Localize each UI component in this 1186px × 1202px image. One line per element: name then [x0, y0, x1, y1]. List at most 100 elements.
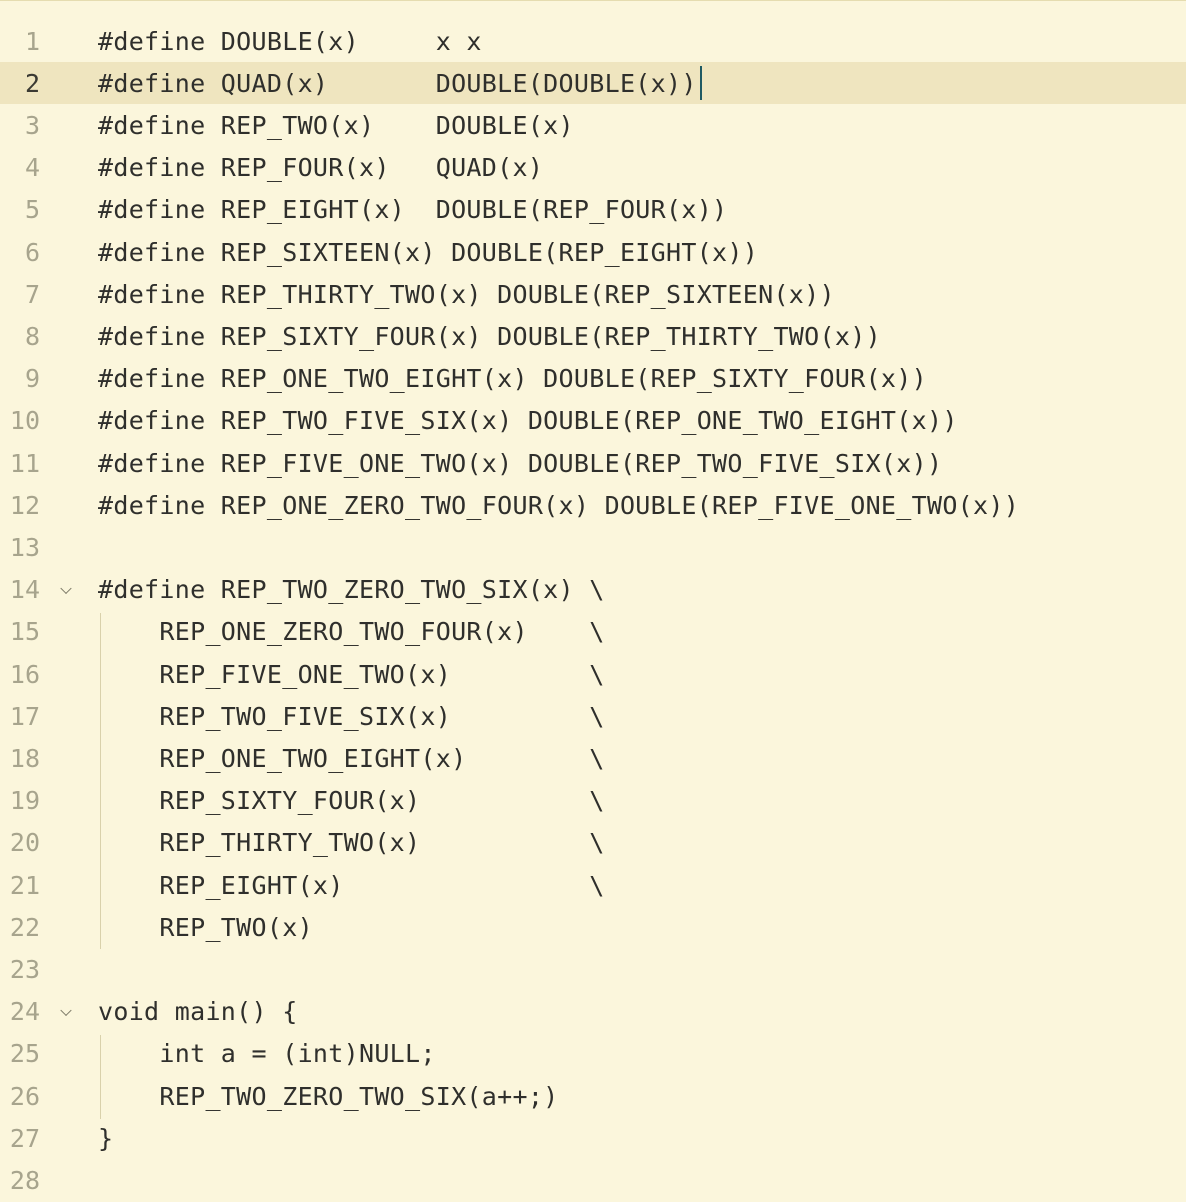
code-line[interactable]: 20 REP_THIRTY_TWO(x) \ [0, 822, 1186, 864]
code-line[interactable]: 18 REP_ONE_TWO_EIGHT(x) \ [0, 737, 1186, 779]
code-text[interactable]: #define REP_ONE_ZERO_TWO_FOUR(x) DOUBLE(… [98, 491, 1019, 520]
code-line[interactable]: 16 REP_FIVE_ONE_TWO(x) \ [0, 653, 1186, 695]
code-text[interactable]: #define REP_EIGHT(x) DOUBLE(REP_FOUR(x)) [98, 195, 727, 224]
code-line[interactable]: 13 [0, 526, 1186, 568]
fold-gutter[interactable] [40, 991, 98, 1033]
code-text[interactable]: #define REP_TWO(x) DOUBLE(x) [98, 111, 574, 140]
line-number: 20 [9, 828, 40, 858]
code-line[interactable]: 19 REP_SIXTY_FOUR(x) \ [0, 780, 1186, 822]
line-number: 24 [9, 997, 40, 1027]
line-number: 25 [9, 1039, 40, 1069]
fold-gutter [40, 147, 98, 189]
code-line[interactable]: 2 #define QUAD(x) DOUBLE(DOUBLE(x)) [0, 62, 1186, 105]
code-text[interactable]: } [98, 1124, 113, 1153]
line-number: 16 [9, 659, 40, 689]
fold-gutter [40, 948, 98, 990]
line-number: 5 [24, 195, 40, 225]
code-text[interactable]: #define REP_TWO_ZERO_TWO_SIX(x) \ [98, 575, 605, 604]
code-text[interactable]: #define REP_FOUR(x) QUAD(x) [98, 153, 543, 182]
code-text[interactable]: #define DOUBLE(x) x x [98, 27, 482, 56]
code-text[interactable]: REP_ONE_TWO_EIGHT(x) \ [98, 744, 605, 773]
code-text[interactable]: void main() { [98, 997, 298, 1026]
code-text[interactable]: REP_SIXTY_FOUR(x) \ [98, 786, 605, 815]
code-text[interactable]: #define REP_TWO_FIVE_SIX(x) DOUBLE(REP_O… [98, 406, 958, 435]
line-number: 2 [24, 68, 40, 98]
fold-gutter [40, 400, 98, 442]
code-line[interactable]: 24 void main() { [0, 991, 1186, 1033]
line-number: 9 [24, 364, 40, 394]
code-line[interactable]: 5 #define REP_EIGHT(x) DOUBLE(REP_FOUR(x)… [0, 189, 1186, 231]
code-text[interactable]: #define REP_SIXTY_FOUR(x) DOUBLE(REP_THI… [98, 322, 881, 351]
code-text[interactable]: REP_TWO_FIVE_SIX(x) \ [98, 702, 605, 731]
code-line[interactable]: 4 #define REP_FOUR(x) QUAD(x) [0, 147, 1186, 189]
code-line[interactable]: 27} [0, 1117, 1186, 1159]
fold-gutter [40, 315, 98, 357]
code-line[interactable]: 7 #define REP_THIRTY_TWO(x) DOUBLE(REP_SI… [0, 273, 1186, 315]
code-line[interactable]: 17 REP_TWO_FIVE_SIX(x) \ [0, 695, 1186, 737]
code-line[interactable]: 15 REP_ONE_ZERO_TWO_FOUR(x) \ [0, 611, 1186, 653]
line-number: 1 [24, 26, 40, 56]
line-number: 27 [9, 1123, 40, 1153]
code-line[interactable]: 11 #define REP_FIVE_ONE_TWO(x) DOUBLE(REP… [0, 442, 1186, 484]
code-text[interactable]: #define REP_FIVE_ONE_TWO(x) DOUBLE(REP_T… [98, 449, 942, 478]
code-line[interactable]: 26 REP_TWO_ZERO_TWO_SIX(a++;) [0, 1075, 1186, 1117]
line-number: 14 [9, 575, 40, 605]
code-line[interactable]: 22 REP_TWO(x) [0, 906, 1186, 948]
fold-gutter [40, 1075, 98, 1117]
chevron-down-icon[interactable] [60, 582, 72, 594]
code-text[interactable]: #define REP_ONE_TWO_EIGHT(x) DOUBLE(REP_… [98, 364, 927, 393]
code-line[interactable]: 25 int a = (int)NULL; [0, 1033, 1186, 1075]
fold-gutter [40, 358, 98, 400]
line-number: 6 [24, 237, 40, 267]
line-number: 3 [24, 110, 40, 140]
code-line[interactable]: 12 #define REP_ONE_ZERO_TWO_FOUR(x) DOUBL… [0, 484, 1186, 526]
fold-gutter [40, 20, 98, 62]
code-text[interactable]: REP_TWO_ZERO_TWO_SIX(a++;) [98, 1082, 559, 1111]
fold-gutter [40, 695, 98, 737]
code-text[interactable]: #define REP_THIRTY_TWO(x) DOUBLE(REP_SIX… [98, 280, 835, 309]
fold-gutter [40, 484, 98, 526]
code-editor[interactable]: 1 #define DOUBLE(x) x x 2 #define QUAD(x) D… [0, 0, 1186, 1200]
code-line[interactable]: 3 #define REP_TWO(x) DOUBLE(x) [0, 104, 1186, 146]
chevron-down-icon[interactable] [60, 1004, 72, 1016]
code-line[interactable]: 23 [0, 948, 1186, 990]
code-text[interactable]: REP_ONE_ZERO_TWO_FOUR(x) \ [98, 617, 605, 646]
fold-gutter [40, 737, 98, 779]
fold-gutter[interactable] [40, 569, 98, 611]
code-line[interactable]: 28 [0, 1159, 1186, 1201]
fold-gutter [40, 1033, 98, 1075]
fold-gutter [40, 104, 98, 146]
code-line[interactable]: 9 #define REP_ONE_TWO_EIGHT(x) DOUBLE(REP… [0, 358, 1186, 400]
line-number: 10 [9, 406, 40, 436]
fold-gutter [40, 864, 98, 906]
code-text[interactable]: REP_EIGHT(x) \ [98, 871, 605, 900]
fold-gutter [40, 442, 98, 484]
code-text[interactable]: #define REP_SIXTEEN(x) DOUBLE(REP_EIGHT(… [98, 238, 758, 267]
code-line[interactable]: 8 #define REP_SIXTY_FOUR(x) DOUBLE(REP_TH… [0, 315, 1186, 357]
code-line[interactable]: 6 #define REP_SIXTEEN(x) DOUBLE(REP_EIGHT… [0, 231, 1186, 273]
line-number: 11 [9, 448, 40, 478]
code-line[interactable]: 21 REP_EIGHT(x) \ [0, 864, 1186, 906]
line-number: 18 [9, 743, 40, 773]
line-number: 4 [24, 153, 40, 183]
fold-gutter [40, 1117, 98, 1159]
code-text[interactable]: REP_FIVE_ONE_TWO(x) \ [98, 660, 605, 689]
line-number: 13 [9, 532, 40, 562]
code-text[interactable]: #define QUAD(x) DOUBLE(DOUBLE(x)) [98, 69, 697, 98]
fold-gutter [40, 526, 98, 568]
line-number: 19 [9, 786, 40, 816]
line-number: 21 [9, 870, 40, 900]
code-line[interactable]: 10 #define REP_TWO_FIVE_SIX(x) DOUBLE(REP… [0, 400, 1186, 442]
line-number: 22 [9, 912, 40, 942]
fold-gutter [40, 780, 98, 822]
fold-gutter [40, 231, 98, 273]
code-text[interactable]: REP_TWO(x) [98, 913, 313, 942]
code-line[interactable]: 1 #define DOUBLE(x) x x [0, 20, 1186, 62]
line-number: 12 [9, 490, 40, 520]
fold-gutter [40, 653, 98, 695]
fold-gutter [40, 611, 98, 653]
code-text[interactable]: int a = (int)NULL; [98, 1039, 436, 1068]
text-cursor [699, 66, 702, 101]
code-text[interactable]: REP_THIRTY_TWO(x) \ [98, 828, 605, 857]
code-line[interactable]: 14 #define REP_TWO_ZERO_TWO_SIX(x) \ [0, 569, 1186, 611]
